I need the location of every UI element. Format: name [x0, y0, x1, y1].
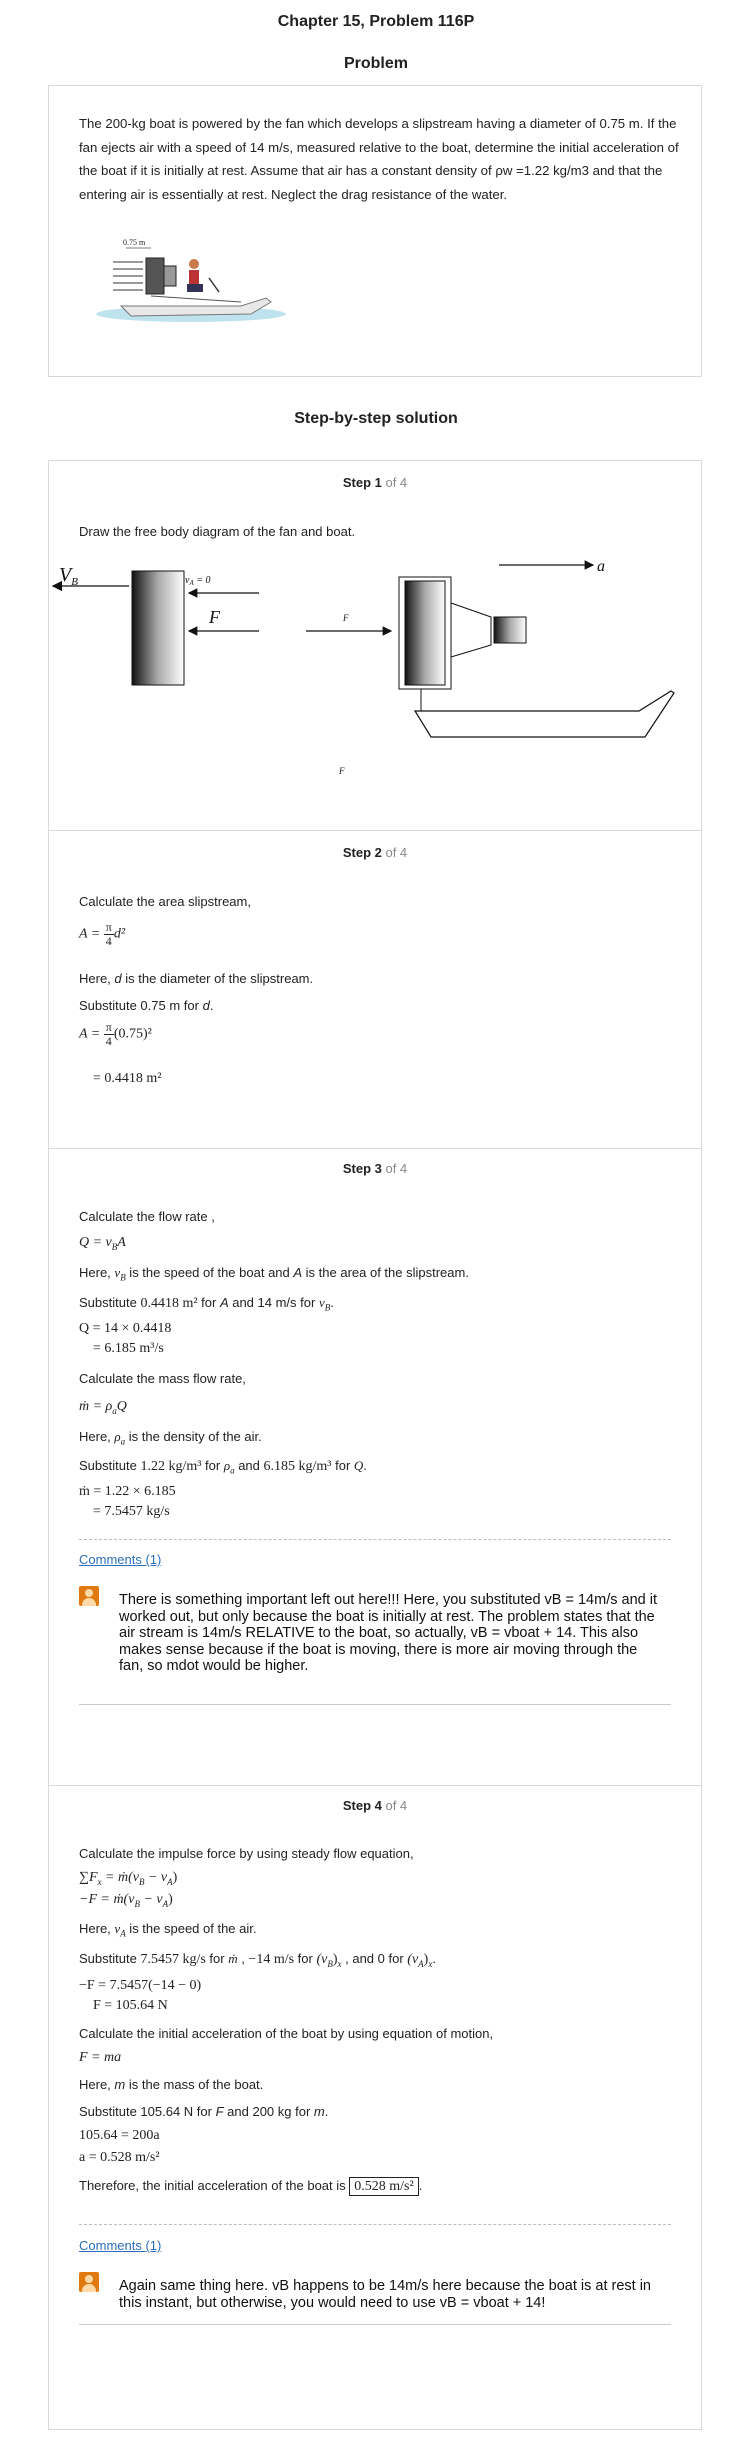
svg-text:F: F	[208, 607, 221, 627]
comment-separator	[79, 2324, 671, 2325]
step-2-eq-2: A = π 4 (0.75)²	[79, 1020, 152, 1048]
step-4-line-6: Substitute 105.64 N for F and 200 kg for…	[79, 2104, 329, 2119]
step-4-eq-6: 105.64 = 200a	[79, 2128, 160, 2143]
step-2-line-2: Here, d is the diameter of the slipstrea…	[79, 971, 314, 986]
step-3-line-6: Substitute 1.22 kg/m³ for ρa and 6.185 k…	[79, 1458, 367, 1476]
step-3-eq-1: Q = vBA	[79, 1235, 126, 1252]
steps-container: Step 1 of 4 Draw the free body diagram o…	[48, 460, 702, 2430]
chapter-title: Chapter 15, Problem 116P	[277, 13, 475, 30]
commenter-avatar-icon[interactable]	[79, 1586, 99, 1606]
step-4-eq-7: a = 0.528 m/s²	[79, 2150, 160, 2165]
comment-text-step-4: Again same thing here. vB happens to be …	[119, 2278, 651, 2311]
diameter-label: 0.75 m	[123, 238, 146, 247]
problem-text: The 200-kg boat is powered by the fan wh…	[79, 116, 679, 202]
step-4-eq-3: −F = 7.5457(−14 − 0)	[79, 1978, 202, 1993]
step-1-heading: Step 1 of 4	[342, 475, 408, 490]
step-3-eq-4: ṁ = ρaQ	[79, 1399, 127, 1416]
step-2-line-1: Calculate the area slipstream,	[79, 894, 251, 909]
step-3-eq-3: = 6.185 m³/s	[93, 1341, 164, 1356]
step-4-eq-4: F = 105.64 N	[93, 1998, 168, 2013]
step-3-eq-6: = 7.5457 kg/s	[93, 1504, 170, 1519]
problem-heading: Problem	[343, 55, 408, 72]
step-4-line-2: Here, vA is the speed of the air.	[79, 1921, 257, 1939]
step-2-heading: Step 2 of 4	[342, 845, 408, 860]
step-3-line-4: Calculate the mass flow rate,	[79, 1371, 246, 1386]
free-body-diagram: VB vA = 0 F F a F	[51, 558, 675, 776]
answer-box: 0.528 m/s²	[349, 2177, 419, 2196]
step-2-line-3: Substitute 0.75 m for d.	[79, 998, 214, 1013]
comments-link-step-4[interactable]: Comments (1)	[79, 2238, 161, 2253]
step-3-eq-5: ṁ = 1.22 × 6.185	[79, 1484, 176, 1499]
svg-text:VB: VB	[59, 564, 78, 588]
step-4-answer: Therefore, the initial acceleration of t…	[79, 2177, 423, 2196]
comments-link-step-3[interactable]: Comments (1)	[79, 1552, 161, 1567]
step-3-line-5: Here, ρa is the density of the air.	[79, 1429, 262, 1447]
step-3-eq-2: Q = 14 × 0.4418	[79, 1321, 172, 1336]
step-3-line-3: Substitute 0.4418 m² for A and 14 m/s fo…	[79, 1295, 334, 1313]
step-4-eq-5: F = ma	[79, 2050, 122, 2065]
step-3-line-1: Calculate the flow rate ,	[79, 1209, 215, 1224]
comments-divider	[79, 1539, 671, 1540]
boat-figure: 0.75 m	[96, 238, 286, 322]
step-2: Step 2 of 4 Calculate the area slipstrea…	[49, 831, 701, 1149]
commenter-avatar-icon[interactable]	[79, 2272, 99, 2292]
svg-text:a: a	[597, 558, 605, 575]
step-3-line-2: Here, vB is the speed of the boat and A …	[79, 1265, 469, 1283]
problem-card: The 200-kg boat is powered by the fan wh…	[48, 85, 702, 377]
step-2-eq-3: = 0.4418 m²	[93, 1071, 162, 1086]
step-1: Step 1 of 4 Draw the free body diagram o…	[49, 461, 701, 831]
step-4-line-5: Here, m is the mass of the boat.	[79, 2077, 264, 2092]
step-4-eq-2: −F = ṁ(vB − vA)	[79, 1892, 173, 1909]
step-2-eq-1: A = π 4 d²	[79, 920, 126, 948]
step-3-heading: Step 3 of 4	[342, 1161, 408, 1176]
step-4: Step 4 of 4 Calculate the impulse force …	[49, 1786, 701, 2429]
comment-separator	[79, 1704, 671, 1705]
svg-text:F: F	[342, 613, 349, 623]
svg-text:vA = 0: vA = 0	[185, 575, 210, 587]
step-4-line-1: Calculate the impulse force by using ste…	[79, 1846, 414, 1861]
step-4-eq-1: ∑Fx = ṁ(vB − vA)	[79, 1870, 178, 1887]
svg-text:F: F	[338, 766, 345, 776]
solution-heading: Step-by-step solution	[294, 410, 458, 427]
step-1-text: Draw the free body diagram of the fan an…	[79, 524, 356, 539]
step-4-line-3: Substitute 7.5457 kg/s for ṁ , −14 m/s f…	[79, 1951, 436, 1969]
step-4-line-4: Calculate the initial acceleration of th…	[79, 2026, 494, 2041]
comments-divider	[79, 2224, 671, 2225]
step-3: Step 3 of 4 Calculate the flow rate , Q …	[49, 1149, 701, 1786]
step-4-heading: Step 4 of 4	[342, 1798, 408, 1813]
comment-text-step-3: There is something important left out he…	[119, 1592, 657, 1674]
